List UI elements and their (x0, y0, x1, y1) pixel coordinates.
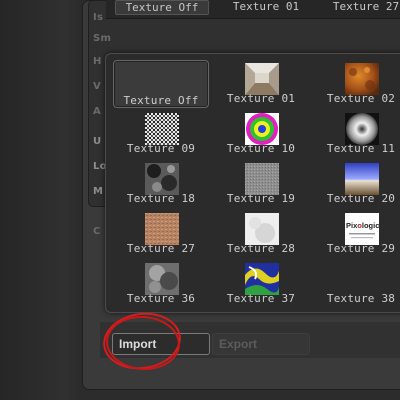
texture-cell-28[interactable]: Texture 28 (213, 208, 309, 256)
texture-cell-18[interactable]: Texture 18 (113, 158, 209, 206)
bg-label: U (93, 136, 102, 147)
bg-label: Is (93, 12, 104, 23)
bg-label: V (93, 81, 102, 92)
texture-cell-10[interactable]: Texture 10 (213, 108, 309, 156)
texture-cell-01[interactable]: Texture 01 (213, 58, 309, 106)
texture-label: Texture 37 (226, 292, 296, 305)
white-sphere-icon (345, 113, 379, 145)
texture-label: Texture 28 (226, 242, 296, 255)
sky-horizon-icon (345, 163, 379, 195)
bg-label: C (93, 226, 101, 237)
texture-label: Texture 19 (226, 192, 296, 205)
texture-label: Texture 36 (126, 292, 196, 305)
top-cell-texture-27[interactable]: Texture 27 (320, 0, 400, 14)
rust-orange-icon (345, 63, 379, 95)
texture-cell-02[interactable]: Texture 02 (313, 58, 400, 106)
pixologic-logo-icon: Pixologic (345, 213, 379, 245)
dark-blotches-icon (145, 163, 179, 195)
texture-label: Texture 38 (326, 292, 396, 305)
texture-label: Texture 27 (126, 242, 196, 255)
room-interior-icon (245, 63, 279, 95)
texture-label: Texture 02 (326, 92, 396, 105)
texture-label: Texture Off (123, 94, 199, 107)
texture-cell-36[interactable]: Texture 36 (113, 258, 209, 306)
bg-label: M (93, 186, 104, 197)
top-cell-texture-off[interactable]: Texture Off (115, 0, 209, 15)
colorful-swirl-icon (245, 263, 279, 295)
bg-label: A (93, 106, 102, 117)
texture-cell-20[interactable]: Texture 20 (313, 158, 400, 206)
texture-label: Texture 20 (326, 192, 396, 205)
texture-label: Texture 10 (226, 142, 296, 155)
texture-cell-19[interactable]: Texture 19 (213, 158, 309, 206)
rainbow-rings-icon (245, 113, 279, 145)
top-texture-strip: Texture Off Texture 01 Texture 27 (106, 0, 400, 19)
left-background (0, 0, 82, 400)
export-button[interactable]: Export (212, 333, 310, 355)
top-cell-texture-01[interactable]: Texture 01 (220, 0, 312, 14)
texture-cell-11[interactable]: Texture 11 (313, 108, 400, 156)
texture-picker-popup: Texture Off Texture 01 Texture 02 Textur… (105, 53, 400, 313)
texture-cell-09[interactable]: Texture 09 (113, 108, 209, 156)
texture-label: Texture 09 (126, 142, 196, 155)
texture-cell-38[interactable]: Texture 38 (313, 258, 400, 306)
texture-cell-37[interactable]: Texture 37 (213, 258, 309, 306)
logo-text: Pixologic (346, 221, 379, 230)
texture-cell-off[interactable]: Texture Off (113, 60, 209, 108)
black-white-noise-icon (145, 113, 179, 145)
gray-cloud-icon (145, 263, 179, 295)
white-smudge-icon (245, 213, 279, 245)
texture-label: Texture 01 (226, 92, 296, 105)
texture-cell-27[interactable]: Texture 27 (113, 208, 209, 256)
texture-label: Texture 11 (326, 142, 396, 155)
texture-label: Texture 29 (326, 242, 396, 255)
texture-label: Texture 18 (126, 192, 196, 205)
bg-label: H (93, 56, 102, 67)
texture-cell-29[interactable]: Pixologic Texture 29 (313, 208, 400, 256)
tan-grain-icon (145, 213, 179, 245)
gray-fine-noise-icon (245, 163, 279, 195)
bg-label: Sm (93, 33, 112, 44)
